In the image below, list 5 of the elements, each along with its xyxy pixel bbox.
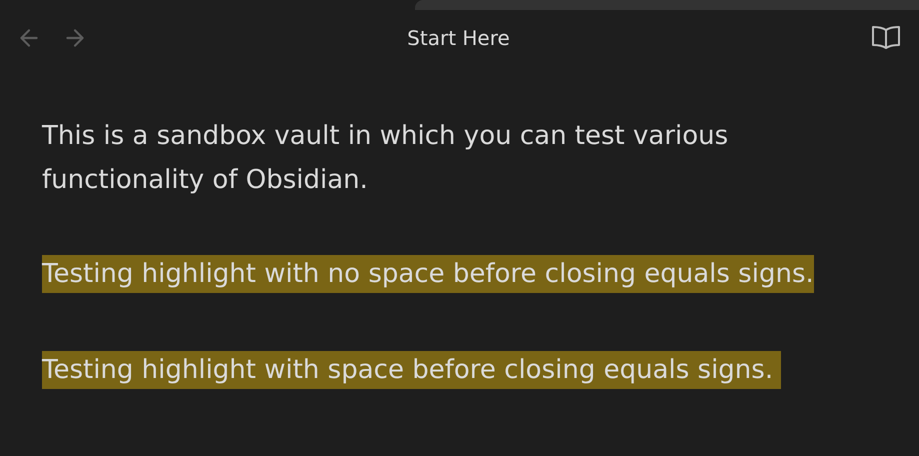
note-title: Start Here xyxy=(407,26,510,50)
highlighted-text: Testing highlight with space before closing equals signs. xyxy=(42,351,782,389)
highlighted-text: Testing highlight with no space before closing equals signs. xyxy=(42,255,814,293)
paragraph: This is a sandbox vault in which you can test various functionality of Obsidian. xyxy=(42,120,730,197)
book-icon[interactable] xyxy=(871,25,901,51)
